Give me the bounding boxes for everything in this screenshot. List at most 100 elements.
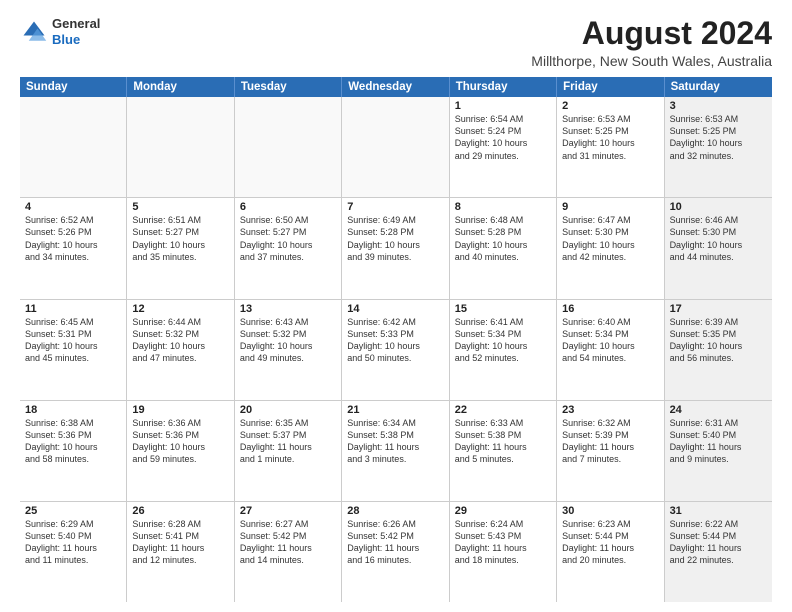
calendar-header-cell: Monday — [127, 77, 234, 97]
calendar-cell: 12Sunrise: 6:44 AM Sunset: 5:32 PM Dayli… — [127, 300, 234, 400]
cell-info: Sunrise: 6:43 AM Sunset: 5:32 PM Dayligh… — [240, 316, 336, 365]
calendar-cell: 23Sunrise: 6:32 AM Sunset: 5:39 PM Dayli… — [557, 401, 664, 501]
day-number: 24 — [670, 404, 767, 416]
cell-info: Sunrise: 6:32 AM Sunset: 5:39 PM Dayligh… — [562, 417, 658, 466]
cell-info: Sunrise: 6:33 AM Sunset: 5:38 PM Dayligh… — [455, 417, 551, 466]
calendar-cell: 15Sunrise: 6:41 AM Sunset: 5:34 PM Dayli… — [450, 300, 557, 400]
calendar-cell: 6Sunrise: 6:50 AM Sunset: 5:27 PM Daylig… — [235, 198, 342, 298]
calendar-cell: 17Sunrise: 6:39 AM Sunset: 5:35 PM Dayli… — [665, 300, 772, 400]
calendar-cell: 28Sunrise: 6:26 AM Sunset: 5:42 PM Dayli… — [342, 502, 449, 602]
logo-icon — [20, 18, 48, 46]
cell-info: Sunrise: 6:38 AM Sunset: 5:36 PM Dayligh… — [25, 417, 121, 466]
calendar-cell — [127, 97, 234, 197]
calendar-header: SundayMondayTuesdayWednesdayThursdayFrid… — [20, 77, 772, 97]
calendar-cell: 22Sunrise: 6:33 AM Sunset: 5:38 PM Dayli… — [450, 401, 557, 501]
day-number: 1 — [455, 100, 551, 112]
calendar-header-cell: Tuesday — [235, 77, 342, 97]
calendar-header-cell: Friday — [557, 77, 664, 97]
day-number: 4 — [25, 201, 121, 213]
page: General Blue August 2024 Millthorpe, New… — [0, 0, 792, 612]
cell-info: Sunrise: 6:23 AM Sunset: 5:44 PM Dayligh… — [562, 518, 658, 567]
calendar-cell — [342, 97, 449, 197]
calendar-body: 1Sunrise: 6:54 AM Sunset: 5:24 PM Daylig… — [20, 97, 772, 602]
day-number: 14 — [347, 303, 443, 315]
calendar-cell: 1Sunrise: 6:54 AM Sunset: 5:24 PM Daylig… — [450, 97, 557, 197]
calendar-cell: 27Sunrise: 6:27 AM Sunset: 5:42 PM Dayli… — [235, 502, 342, 602]
cell-info: Sunrise: 6:47 AM Sunset: 5:30 PM Dayligh… — [562, 214, 658, 263]
calendar-row: 25Sunrise: 6:29 AM Sunset: 5:40 PM Dayli… — [20, 502, 772, 602]
logo: General Blue — [20, 16, 100, 47]
calendar-header-cell: Thursday — [450, 77, 557, 97]
cell-info: Sunrise: 6:41 AM Sunset: 5:34 PM Dayligh… — [455, 316, 551, 365]
cell-info: Sunrise: 6:26 AM Sunset: 5:42 PM Dayligh… — [347, 518, 443, 567]
calendar-cell: 5Sunrise: 6:51 AM Sunset: 5:27 PM Daylig… — [127, 198, 234, 298]
calendar-row: 18Sunrise: 6:38 AM Sunset: 5:36 PM Dayli… — [20, 401, 772, 502]
calendar-row: 4Sunrise: 6:52 AM Sunset: 5:26 PM Daylig… — [20, 198, 772, 299]
calendar-row: 11Sunrise: 6:45 AM Sunset: 5:31 PM Dayli… — [20, 300, 772, 401]
cell-info: Sunrise: 6:45 AM Sunset: 5:31 PM Dayligh… — [25, 316, 121, 365]
cell-info: Sunrise: 6:49 AM Sunset: 5:28 PM Dayligh… — [347, 214, 443, 263]
day-number: 3 — [670, 100, 767, 112]
calendar-cell: 19Sunrise: 6:36 AM Sunset: 5:36 PM Dayli… — [127, 401, 234, 501]
calendar-cell: 24Sunrise: 6:31 AM Sunset: 5:40 PM Dayli… — [665, 401, 772, 501]
calendar-cell: 31Sunrise: 6:22 AM Sunset: 5:44 PM Dayli… — [665, 502, 772, 602]
cell-info: Sunrise: 6:27 AM Sunset: 5:42 PM Dayligh… — [240, 518, 336, 567]
day-number: 8 — [455, 201, 551, 213]
day-number: 5 — [132, 201, 228, 213]
day-number: 15 — [455, 303, 551, 315]
month-year: August 2024 — [531, 16, 772, 51]
calendar-cell: 16Sunrise: 6:40 AM Sunset: 5:34 PM Dayli… — [557, 300, 664, 400]
day-number: 20 — [240, 404, 336, 416]
calendar-header-cell: Wednesday — [342, 77, 449, 97]
calendar-cell: 9Sunrise: 6:47 AM Sunset: 5:30 PM Daylig… — [557, 198, 664, 298]
cell-info: Sunrise: 6:24 AM Sunset: 5:43 PM Dayligh… — [455, 518, 551, 567]
day-number: 11 — [25, 303, 121, 315]
cell-info: Sunrise: 6:53 AM Sunset: 5:25 PM Dayligh… — [562, 113, 658, 162]
cell-info: Sunrise: 6:36 AM Sunset: 5:36 PM Dayligh… — [132, 417, 228, 466]
cell-info: Sunrise: 6:40 AM Sunset: 5:34 PM Dayligh… — [562, 316, 658, 365]
cell-info: Sunrise: 6:46 AM Sunset: 5:30 PM Dayligh… — [670, 214, 767, 263]
day-number: 2 — [562, 100, 658, 112]
day-number: 21 — [347, 404, 443, 416]
calendar: SundayMondayTuesdayWednesdayThursdayFrid… — [20, 77, 772, 602]
calendar-cell: 2Sunrise: 6:53 AM Sunset: 5:25 PM Daylig… — [557, 97, 664, 197]
day-number: 12 — [132, 303, 228, 315]
day-number: 26 — [132, 505, 228, 517]
cell-info: Sunrise: 6:34 AM Sunset: 5:38 PM Dayligh… — [347, 417, 443, 466]
day-number: 9 — [562, 201, 658, 213]
cell-info: Sunrise: 6:44 AM Sunset: 5:32 PM Dayligh… — [132, 316, 228, 365]
calendar-row: 1Sunrise: 6:54 AM Sunset: 5:24 PM Daylig… — [20, 97, 772, 198]
calendar-cell: 14Sunrise: 6:42 AM Sunset: 5:33 PM Dayli… — [342, 300, 449, 400]
day-number: 22 — [455, 404, 551, 416]
calendar-header-cell: Saturday — [665, 77, 772, 97]
calendar-cell: 26Sunrise: 6:28 AM Sunset: 5:41 PM Dayli… — [127, 502, 234, 602]
calendar-cell — [235, 97, 342, 197]
logo-text: General Blue — [52, 16, 100, 47]
logo-blue: Blue — [52, 32, 100, 48]
day-number: 25 — [25, 505, 121, 517]
calendar-cell: 8Sunrise: 6:48 AM Sunset: 5:28 PM Daylig… — [450, 198, 557, 298]
calendar-cell: 11Sunrise: 6:45 AM Sunset: 5:31 PM Dayli… — [20, 300, 127, 400]
location: Millthorpe, New South Wales, Australia — [531, 53, 772, 69]
day-number: 17 — [670, 303, 767, 315]
day-number: 30 — [562, 505, 658, 517]
calendar-cell: 18Sunrise: 6:38 AM Sunset: 5:36 PM Dayli… — [20, 401, 127, 501]
day-number: 13 — [240, 303, 336, 315]
cell-info: Sunrise: 6:35 AM Sunset: 5:37 PM Dayligh… — [240, 417, 336, 466]
calendar-cell: 3Sunrise: 6:53 AM Sunset: 5:25 PM Daylig… — [665, 97, 772, 197]
day-number: 18 — [25, 404, 121, 416]
day-number: 7 — [347, 201, 443, 213]
calendar-cell: 30Sunrise: 6:23 AM Sunset: 5:44 PM Dayli… — [557, 502, 664, 602]
cell-info: Sunrise: 6:52 AM Sunset: 5:26 PM Dayligh… — [25, 214, 121, 263]
calendar-cell — [20, 97, 127, 197]
calendar-cell: 4Sunrise: 6:52 AM Sunset: 5:26 PM Daylig… — [20, 198, 127, 298]
cell-info: Sunrise: 6:42 AM Sunset: 5:33 PM Dayligh… — [347, 316, 443, 365]
calendar-cell: 25Sunrise: 6:29 AM Sunset: 5:40 PM Dayli… — [20, 502, 127, 602]
day-number: 10 — [670, 201, 767, 213]
logo-general: General — [52, 16, 100, 32]
day-number: 23 — [562, 404, 658, 416]
day-number: 16 — [562, 303, 658, 315]
calendar-cell: 13Sunrise: 6:43 AM Sunset: 5:32 PM Dayli… — [235, 300, 342, 400]
day-number: 28 — [347, 505, 443, 517]
day-number: 6 — [240, 201, 336, 213]
